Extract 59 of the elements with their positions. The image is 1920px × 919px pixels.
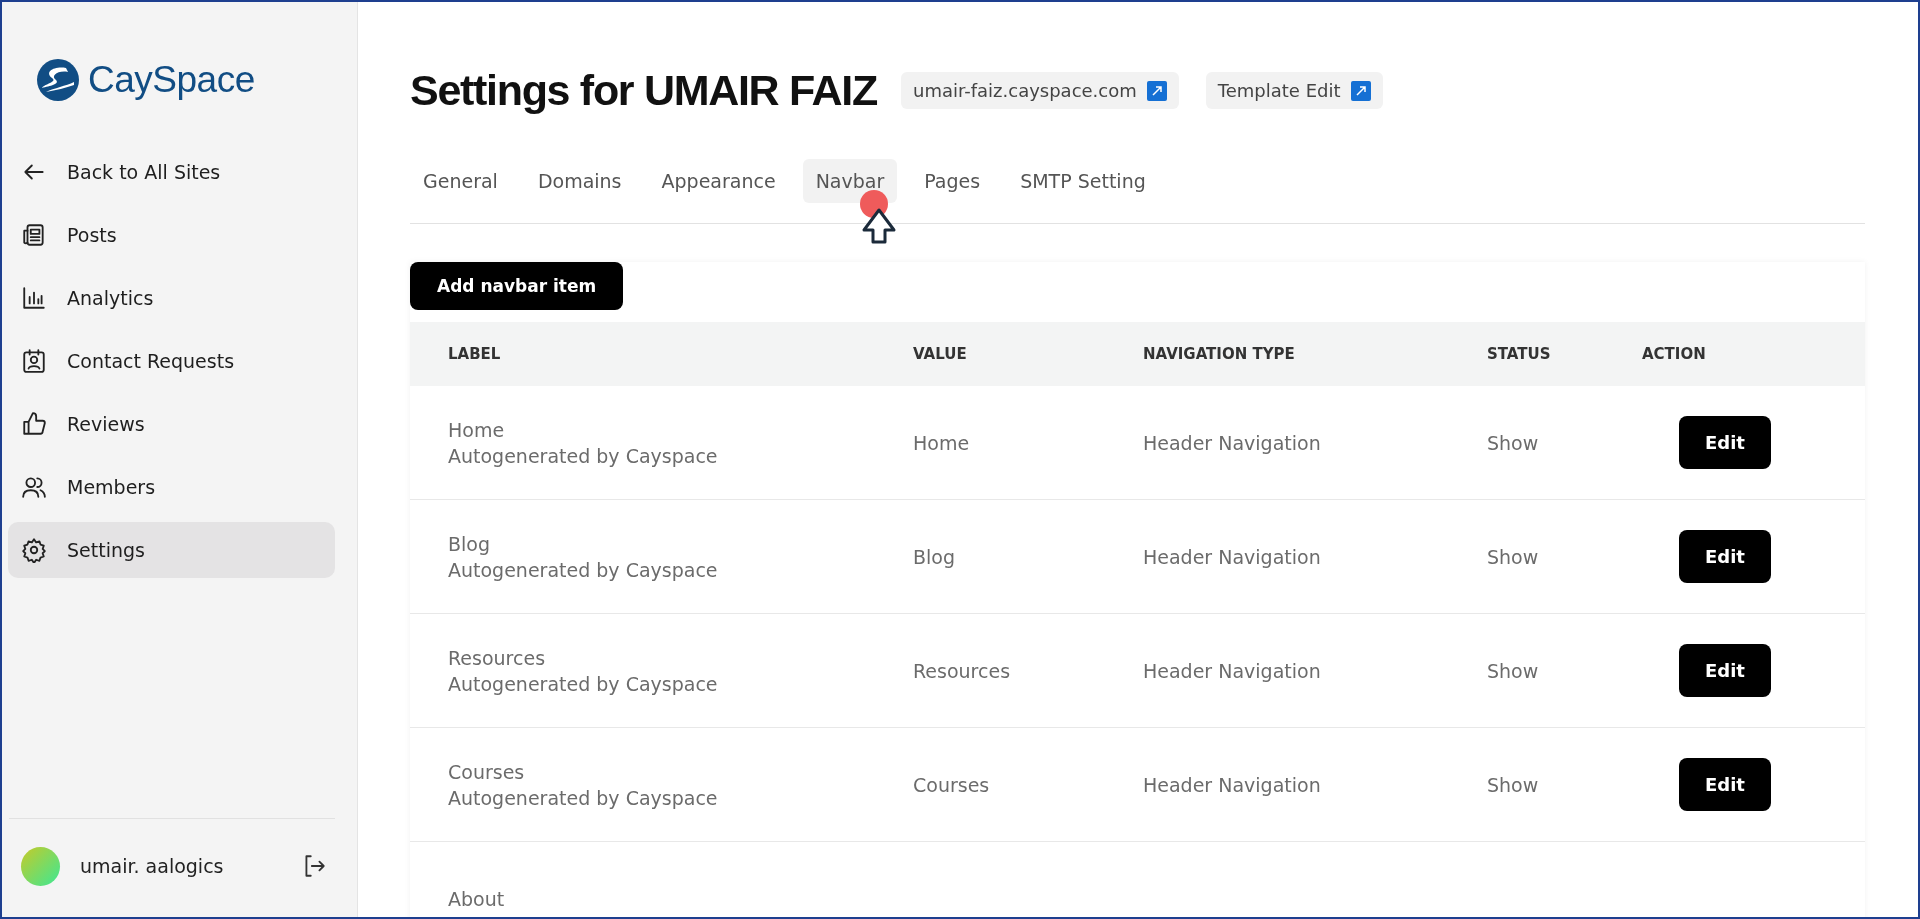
table-cell-text: Blog bbox=[913, 545, 956, 568]
table-cell-text: Show bbox=[1487, 773, 1540, 796]
external-link-icon bbox=[1350, 80, 1371, 101]
tab[interactable]: Pages bbox=[911, 159, 994, 203]
tab[interactable]: Domains bbox=[524, 159, 635, 203]
logo-text: CaySpace bbox=[88, 59, 255, 101]
table-cell-text: Home bbox=[448, 418, 506, 441]
table-cell-text: About bbox=[448, 887, 506, 910]
table-cell-text: Autogenerated by Cayspace bbox=[448, 672, 719, 695]
table-cell-text: Header Navigation bbox=[1143, 659, 1322, 682]
tab[interactable]: General bbox=[410, 159, 511, 203]
table-cell-text: Resources bbox=[448, 646, 547, 669]
table-cell-text: Show bbox=[1487, 659, 1540, 682]
user-name: umair. aalogics bbox=[80, 855, 225, 877]
sidebar-item[interactable]: Back to All Sites bbox=[8, 144, 335, 200]
sidebar-item[interactable]: Members bbox=[8, 459, 335, 515]
table-cell-text: Show bbox=[1487, 545, 1540, 568]
newspaper-icon bbox=[21, 222, 47, 248]
external-link-icon bbox=[1146, 80, 1167, 101]
sidebar-item[interactable]: Contact Requests bbox=[8, 333, 335, 389]
edit-button[interactable]: Edit bbox=[1679, 644, 1771, 697]
sidebar-item[interactable]: Analytics bbox=[8, 270, 335, 326]
logo-icon bbox=[36, 58, 80, 102]
table-cell-text: Autogenerated by Cayspace bbox=[448, 786, 719, 809]
column-header: NAVIGATION TYPE bbox=[1143, 345, 1296, 363]
tab[interactable]: Appearance bbox=[648, 159, 789, 203]
table-cell-text: Resources bbox=[913, 659, 1012, 682]
sidebar-item[interactable]: Settings bbox=[8, 522, 335, 578]
page-title: Settings for UMAIR FAIZ bbox=[410, 66, 877, 115]
table-cell-text: Autogenerated by Cayspace bbox=[448, 444, 719, 467]
settings-icon bbox=[21, 537, 47, 563]
bar-chart-icon bbox=[21, 285, 47, 311]
table-cell-text: Header Navigation bbox=[1143, 431, 1322, 454]
edit-button[interactable]: Edit bbox=[1679, 530, 1771, 583]
edit-button[interactable]: Edit bbox=[1679, 758, 1771, 811]
users-icon bbox=[21, 474, 47, 500]
contact-card-icon bbox=[21, 348, 47, 374]
tab[interactable]: Navbar bbox=[802, 159, 898, 203]
column-header: VALUE bbox=[913, 345, 968, 363]
column-header: ACTION bbox=[1642, 345, 1707, 363]
column-header: STATUS bbox=[1487, 345, 1552, 363]
thumbs-up-icon bbox=[21, 411, 47, 437]
edit-button[interactable]: Edit bbox=[1679, 416, 1771, 469]
table-cell-text: Show bbox=[1487, 431, 1540, 454]
table-cell-text: Home bbox=[913, 431, 971, 454]
table-cell-text: Header Navigation bbox=[1143, 545, 1322, 568]
external-link[interactable]: umair-faiz.cayspace.com bbox=[901, 72, 1179, 109]
sidebar-item[interactable]: Posts bbox=[8, 207, 335, 263]
external-link[interactable]: Template Edit bbox=[1205, 72, 1383, 109]
table-cell-text: Autogenerated by Cayspace bbox=[448, 558, 719, 581]
sidebar-item[interactable]: Reviews bbox=[8, 396, 335, 452]
tab[interactable]: SMTP Setting bbox=[1007, 159, 1159, 203]
table-cell-text: Courses bbox=[448, 760, 526, 783]
column-header: LABEL bbox=[448, 345, 502, 363]
table-cell-text: Courses bbox=[913, 773, 991, 796]
avatar bbox=[21, 846, 60, 886]
table-cell-text: Blog bbox=[448, 532, 491, 555]
table-cell-text: Header Navigation bbox=[1143, 773, 1322, 796]
add-navbar-item-button[interactable]: Add navbar item bbox=[410, 262, 624, 310]
